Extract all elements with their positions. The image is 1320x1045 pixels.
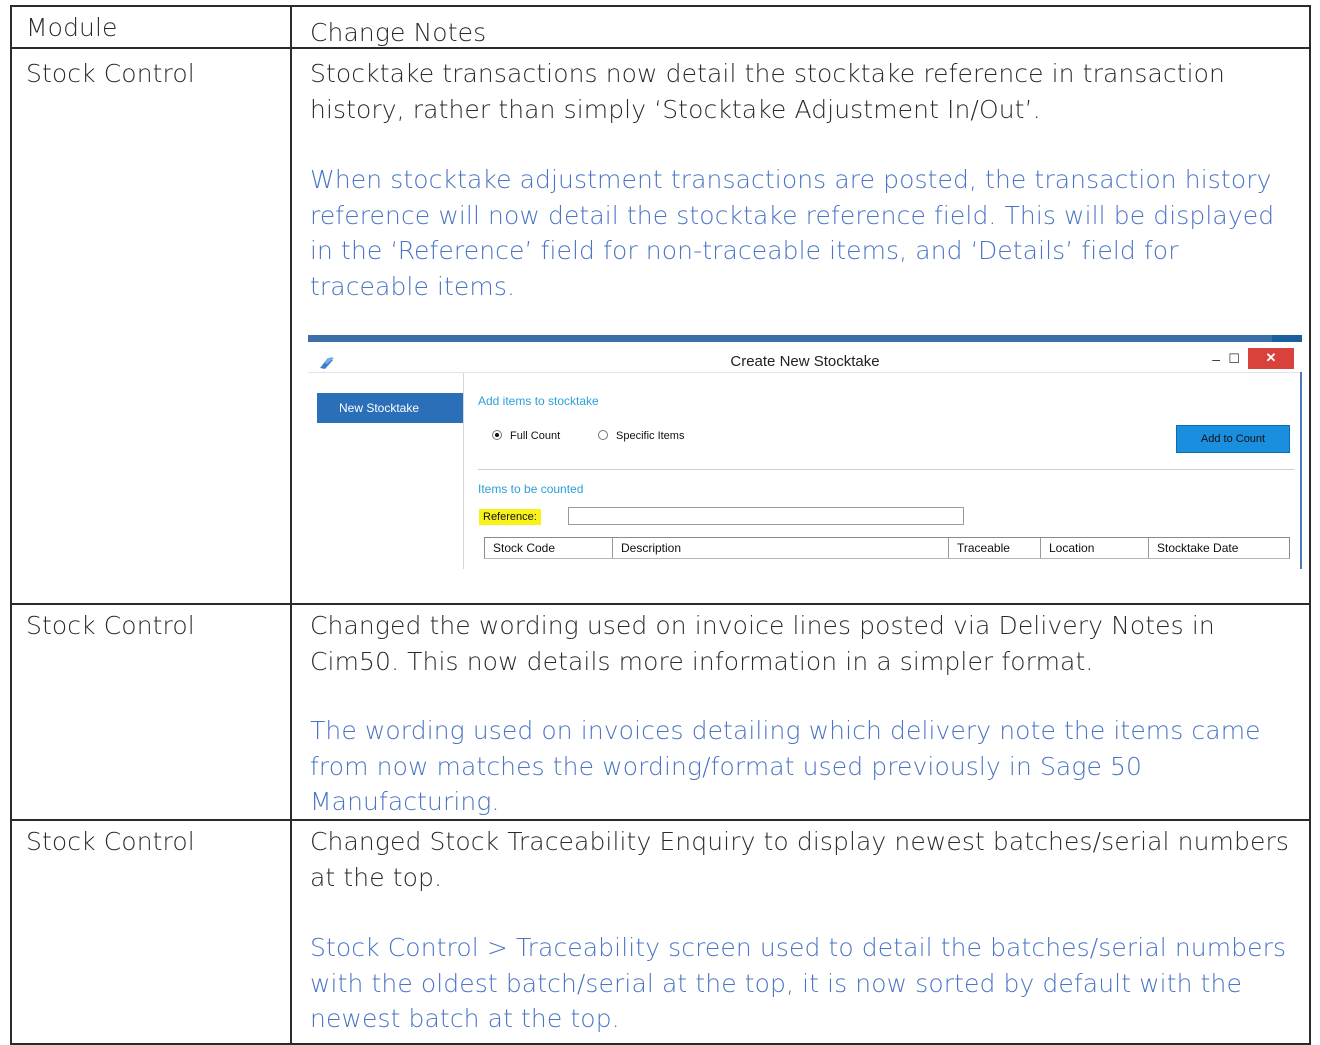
close-icon[interactable]: ✕ (1248, 348, 1294, 369)
column-traceable[interactable]: Traceable (949, 538, 1041, 558)
minimize-icon[interactable]: – (1212, 351, 1220, 367)
sidebar-item-new-stocktake[interactable]: New Stocktake (317, 393, 463, 423)
window-title: Create New Stocktake (730, 353, 880, 370)
row-1-detail: When stocktake adjustment transactions a… (310, 165, 1275, 301)
window-right-border (1300, 372, 1302, 569)
window-title-bar: Create New Stocktake – ☐ ✕ (308, 342, 1302, 373)
row-3-module: Stock Control (26, 827, 195, 856)
sidebar: New Stocktake (315, 373, 464, 569)
row-3-detail: Stock Control > Traceability screen used… (310, 933, 1287, 1033)
radio-unselected-icon (598, 430, 608, 440)
row-2-summary: Changed the wording used on invoice line… (310, 611, 1215, 676)
column-description[interactable]: Description (613, 538, 949, 558)
section-title-items-counted: Items to be counted (478, 482, 584, 496)
radio-full-count[interactable]: Full Count (492, 430, 560, 442)
radio-selected-icon (492, 430, 502, 440)
section-separator (478, 469, 1294, 470)
column-divider (290, 7, 292, 1043)
row-divider (12, 603, 1309, 605)
radio-specific-items[interactable]: Specific Items (598, 430, 684, 442)
row-3-summary: Changed Stock Traceability Enquiry to di… (310, 827, 1289, 892)
radio-specific-items-label: Specific Items (616, 430, 685, 442)
row-2-detail: The wording used on invoices detailing w… (310, 716, 1261, 816)
items-grid-header: Stock Code Description Traceable Locatio… (484, 537, 1290, 559)
row-1-summary: Stocktake transactions now detail the st… (310, 59, 1225, 124)
change-notes-table: Module Change Notes Stock Control Stockt… (10, 5, 1311, 1045)
window-top-strip (308, 335, 1302, 342)
reference-input[interactable] (568, 507, 964, 525)
add-to-count-button[interactable]: Add to Count (1176, 425, 1290, 453)
column-location[interactable]: Location (1041, 538, 1149, 558)
window-top-strip-end (1272, 335, 1302, 342)
column-stock-code[interactable]: Stock Code (485, 538, 613, 558)
stocktake-screenshot: Create New Stocktake – ☐ ✕ New Stocktake… (308, 335, 1302, 569)
reference-label: Reference: (479, 509, 541, 525)
header-module: Module (26, 13, 118, 42)
header-change-notes: Change Notes (310, 18, 487, 47)
radio-full-count-label: Full Count (510, 430, 561, 442)
row-1-module: Stock Control (26, 59, 195, 88)
row-2-module: Stock Control (26, 611, 195, 640)
maximize-icon[interactable]: ☐ (1228, 351, 1240, 367)
column-stocktake-date[interactable]: Stocktake Date (1149, 538, 1289, 558)
section-title-add-items: Add items to stocktake (478, 394, 599, 408)
